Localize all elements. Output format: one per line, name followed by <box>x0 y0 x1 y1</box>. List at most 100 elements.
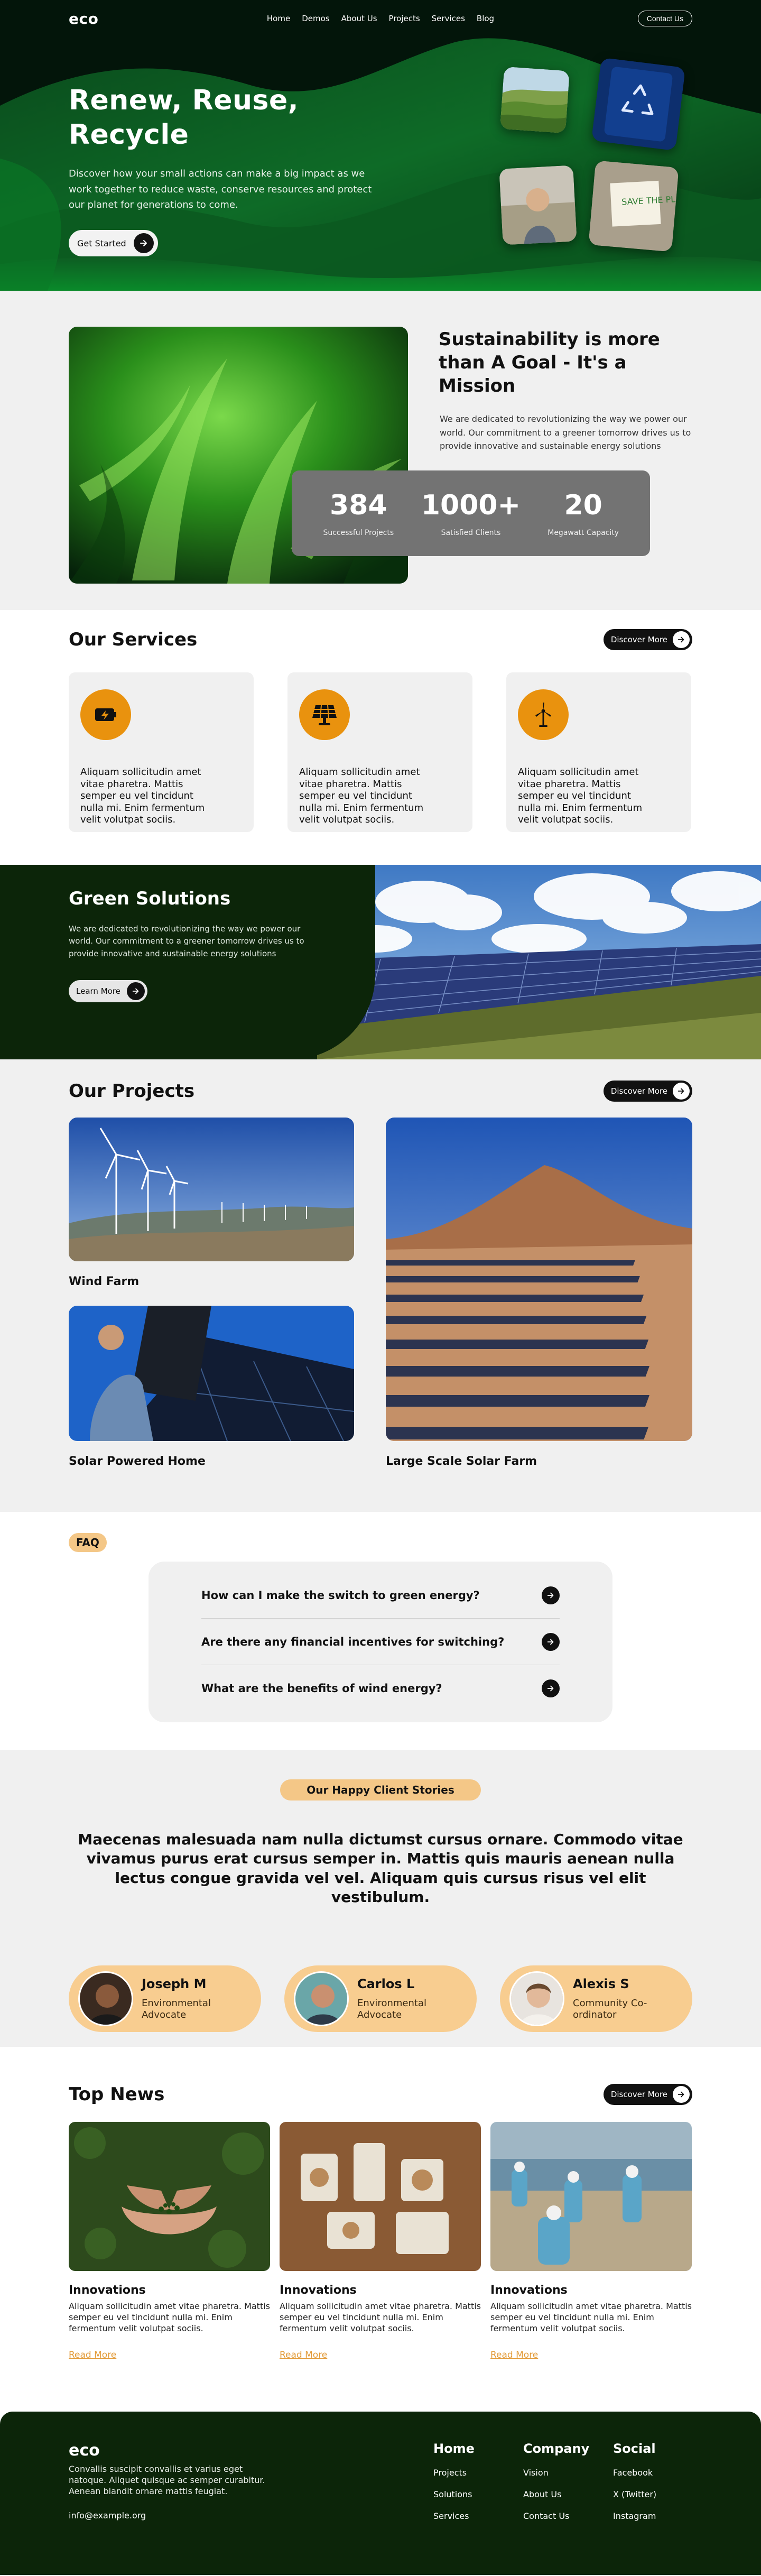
footer-link[interactable]: About Us <box>523 2489 613 2499</box>
news-card-title: Innovations <box>490 2284 568 2297</box>
arrow-right-icon <box>542 1632 560 1651</box>
read-more-link[interactable]: Read More <box>280 2350 327 2360</box>
stat-label: Megawatt Capacity <box>547 529 619 537</box>
read-more-link[interactable]: Read More <box>490 2350 538 2360</box>
projects-header: Our Projects Discover More <box>69 1081 692 1102</box>
wind-turbine-icon <box>518 689 569 740</box>
read-more-link[interactable]: Read More <box>69 2350 116 2360</box>
project-image <box>386 1118 692 1441</box>
faq-item[interactable]: Are there any financial incentives for s… <box>201 1619 560 1665</box>
services-title: Our Services <box>69 629 198 650</box>
nav-links: Home Demos About Us Projects Services Bl… <box>267 14 494 23</box>
faq-question: What are the benefits of wind energy? <box>201 1682 442 1695</box>
service-card[interactable]: Aliquam sollicitudin amet vitae pharetra… <box>69 672 254 832</box>
footer-link[interactable]: Facebook <box>613 2468 692 2478</box>
client-name: Joseph M <box>142 1976 207 1991</box>
sustainability-description: We are dedicated to revolutionizing the … <box>440 414 691 451</box>
client-role: Community Co-ordinator <box>573 1997 647 2020</box>
services-discover-more-button[interactable]: Discover More <box>603 629 692 650</box>
faq-item[interactable]: What are the benefits of wind energy? <box>201 1665 560 1712</box>
client-role: Environmental Advocate <box>357 1997 426 2020</box>
news-card-title: Innovations <box>69 2284 146 2297</box>
logo[interactable]: eco <box>69 10 98 27</box>
green-solutions-title: Green Solutions <box>69 888 231 909</box>
project-card-solar-home[interactable]: Solar Powered Home <box>69 1306 354 1468</box>
client-role: Environmental Advocate <box>142 1997 211 2020</box>
footer-link[interactable]: Vision <box>523 2468 613 2478</box>
projects-discover-more-button[interactable]: Discover More <box>603 1081 692 1102</box>
discover-more-label: Discover More <box>610 2090 667 2099</box>
nav-link-home[interactable]: Home <box>267 14 290 23</box>
footer-email[interactable]: info@example.org <box>69 2510 280 2520</box>
faq-question: How can I make the switch to green energ… <box>201 1589 480 1602</box>
footer: eco Convallis suscipit convallis et vari… <box>0 2412 761 2575</box>
news-card-description: Aliquam sollicitudin amet vitae pharetra… <box>69 2301 271 2333</box>
discover-more-label: Discover More <box>610 1086 667 1096</box>
footer-link[interactable]: Contact Us <box>523 2511 613 2521</box>
faq-list: How can I make the switch to green energ… <box>149 1562 612 1722</box>
footer-link[interactable]: Solutions <box>433 2489 523 2499</box>
client-card: Alexis S Community Co-ordinator <box>500 1965 692 2032</box>
footer-link[interactable]: Instagram <box>613 2511 692 2521</box>
footer-link[interactable]: Services <box>433 2511 523 2521</box>
nav-link-blog[interactable]: Blog <box>477 14 494 23</box>
nav-link-services[interactable]: Services <box>432 14 465 23</box>
service-card[interactable]: Aliquam sollicitudin amet vitae pharetra… <box>287 672 472 832</box>
service-card[interactable]: Aliquam sollicitudin amet vitae pharetra… <box>506 672 691 832</box>
avatar <box>78 1971 133 2026</box>
news-image <box>69 2122 270 2271</box>
client-card: Carlos L Environmental Advocate <box>284 1965 477 2032</box>
arrow-right-icon <box>133 233 154 254</box>
footer-link[interactable]: X (Twitter) <box>613 2489 692 2499</box>
stat-clients: 1000+ Satisfied Clients <box>418 490 524 537</box>
recycle-icon <box>591 57 686 151</box>
contact-us-button[interactable]: Contact Us <box>637 11 692 26</box>
hero-image-save-planet-sign: SAVE THE PLANET <box>588 160 679 252</box>
arrow-right-icon <box>673 1083 690 1100</box>
news-image <box>280 2122 481 2271</box>
news-discover-more-button[interactable]: Discover More <box>603 2084 692 2105</box>
footer-column-company: Company Vision About Us Contact Us <box>523 2441 613 2521</box>
hero-section: eco Home Demos About Us Projects Service… <box>0 0 761 291</box>
sustainability-section: Sustainability is more than A Goal - It'… <box>0 291 761 610</box>
stat-label: Satisfied Clients <box>441 529 501 537</box>
client-list: Joseph M Environmental Advocate Carlos L… <box>69 1965 692 2032</box>
nav-link-about[interactable]: About Us <box>341 14 377 23</box>
services-header: Our Services Discover More <box>69 629 692 650</box>
stat-value: 384 <box>330 490 387 521</box>
news-header: Top News Discover More <box>69 2084 692 2105</box>
arrow-right-icon <box>542 1679 560 1697</box>
learn-more-button[interactable]: Learn More <box>69 980 147 1002</box>
get-started-button[interactable]: Get Started <box>69 230 158 257</box>
service-cards: Aliquam sollicitudin amet vitae pharetra… <box>69 672 692 832</box>
footer-columns: Home Projects Solutions Services Company… <box>433 2441 692 2521</box>
arrow-right-icon <box>673 631 690 648</box>
news-card-description: Aliquam sollicitudin amet vitae pharetra… <box>280 2301 481 2333</box>
top-nav: eco Home Demos About Us Projects Service… <box>69 0 692 37</box>
arrow-right-icon <box>126 982 145 1000</box>
news-card-description: Aliquam sollicitudin amet vitae pharetra… <box>490 2301 692 2333</box>
services-section: Our Services Discover More Aliquam solli… <box>0 610 761 865</box>
stats-panel: 384 Successful Projects 1000+ Satisfied … <box>292 470 650 556</box>
project-card-wind-farm[interactable]: Wind Farm <box>69 1118 354 1288</box>
faq-item[interactable]: How can I make the switch to green energ… <box>201 1572 560 1619</box>
avatar <box>294 1971 349 2026</box>
nav-link-projects[interactable]: Projects <box>389 14 420 23</box>
faq-badge: FAQ <box>69 1533 107 1552</box>
battery-icon <box>80 689 131 740</box>
project-label: Wind Farm <box>69 1275 140 1288</box>
client-name: Alexis S <box>573 1976 629 1991</box>
projects-grid: Wind Farm Solar Powered Home Large Scale… <box>69 1118 692 1498</box>
nav-link-demos[interactable]: Demos <box>302 14 329 23</box>
footer-logo[interactable]: eco <box>69 2441 280 2460</box>
project-image <box>69 1306 354 1441</box>
footer-column-title: Home <box>433 2441 475 2456</box>
stat-value: 1000+ <box>421 490 521 521</box>
footer-link[interactable]: Projects <box>433 2468 523 2478</box>
news-card: Innovations Aliquam sollicitudin amet vi… <box>280 2122 481 2360</box>
client-card: Joseph M Environmental Advocate <box>69 1965 261 2032</box>
hero-title: Renew, Reuse, Recycle <box>69 85 299 151</box>
project-card-large-solar-farm[interactable]: Large Scale Solar Farm <box>386 1118 692 1468</box>
stat-capacity: 20 Megawatt Capacity <box>531 490 636 537</box>
faq-section: FAQ How can I make the switch to green e… <box>0 1512 761 1750</box>
